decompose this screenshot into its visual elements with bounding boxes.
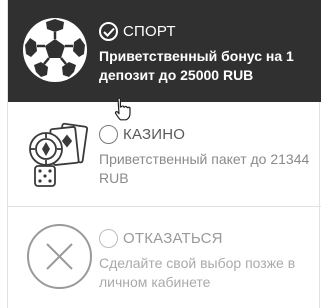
- option-casino-description: Приветственный пакет до 21344 RUB: [99, 151, 310, 186]
- hand-pointer-cursor-icon: [112, 97, 132, 121]
- radio-unchecked-icon[interactable]: [99, 125, 118, 144]
- radio-unchecked-icon[interactable]: [99, 229, 118, 248]
- radio-checked-icon[interactable]: [99, 22, 118, 41]
- option-decline-title: ОТКАЗАТЬСЯ: [123, 230, 223, 247]
- option-sport-description: Приветственный бонус на 1 депозит до 250…: [99, 48, 294, 83]
- option-decline[interactable]: ОТКАЗАТЬСЯ Сделайте свой выбор позже в л…: [8, 206, 321, 308]
- casino-chips-cards-dice-icon: [27, 122, 95, 190]
- option-sport[interactable]: СПОРТ Приветственный бонус на 1 депозит …: [8, 0, 321, 102]
- close-circle-icon: [26, 223, 93, 290]
- option-casino-title: КАЗИНО: [123, 126, 186, 143]
- option-casino[interactable]: КАЗИНО Приветственный пакет до 21344 RUB: [8, 102, 321, 206]
- soccer-ball-icon: [22, 17, 88, 83]
- option-decline-description: Сделайте свой выбор позже в личном кабин…: [99, 255, 296, 290]
- option-sport-title: СПОРТ: [123, 23, 176, 40]
- bonus-selector-panel: СПОРТ Приветственный бонус на 1 депозит …: [7, 0, 321, 308]
